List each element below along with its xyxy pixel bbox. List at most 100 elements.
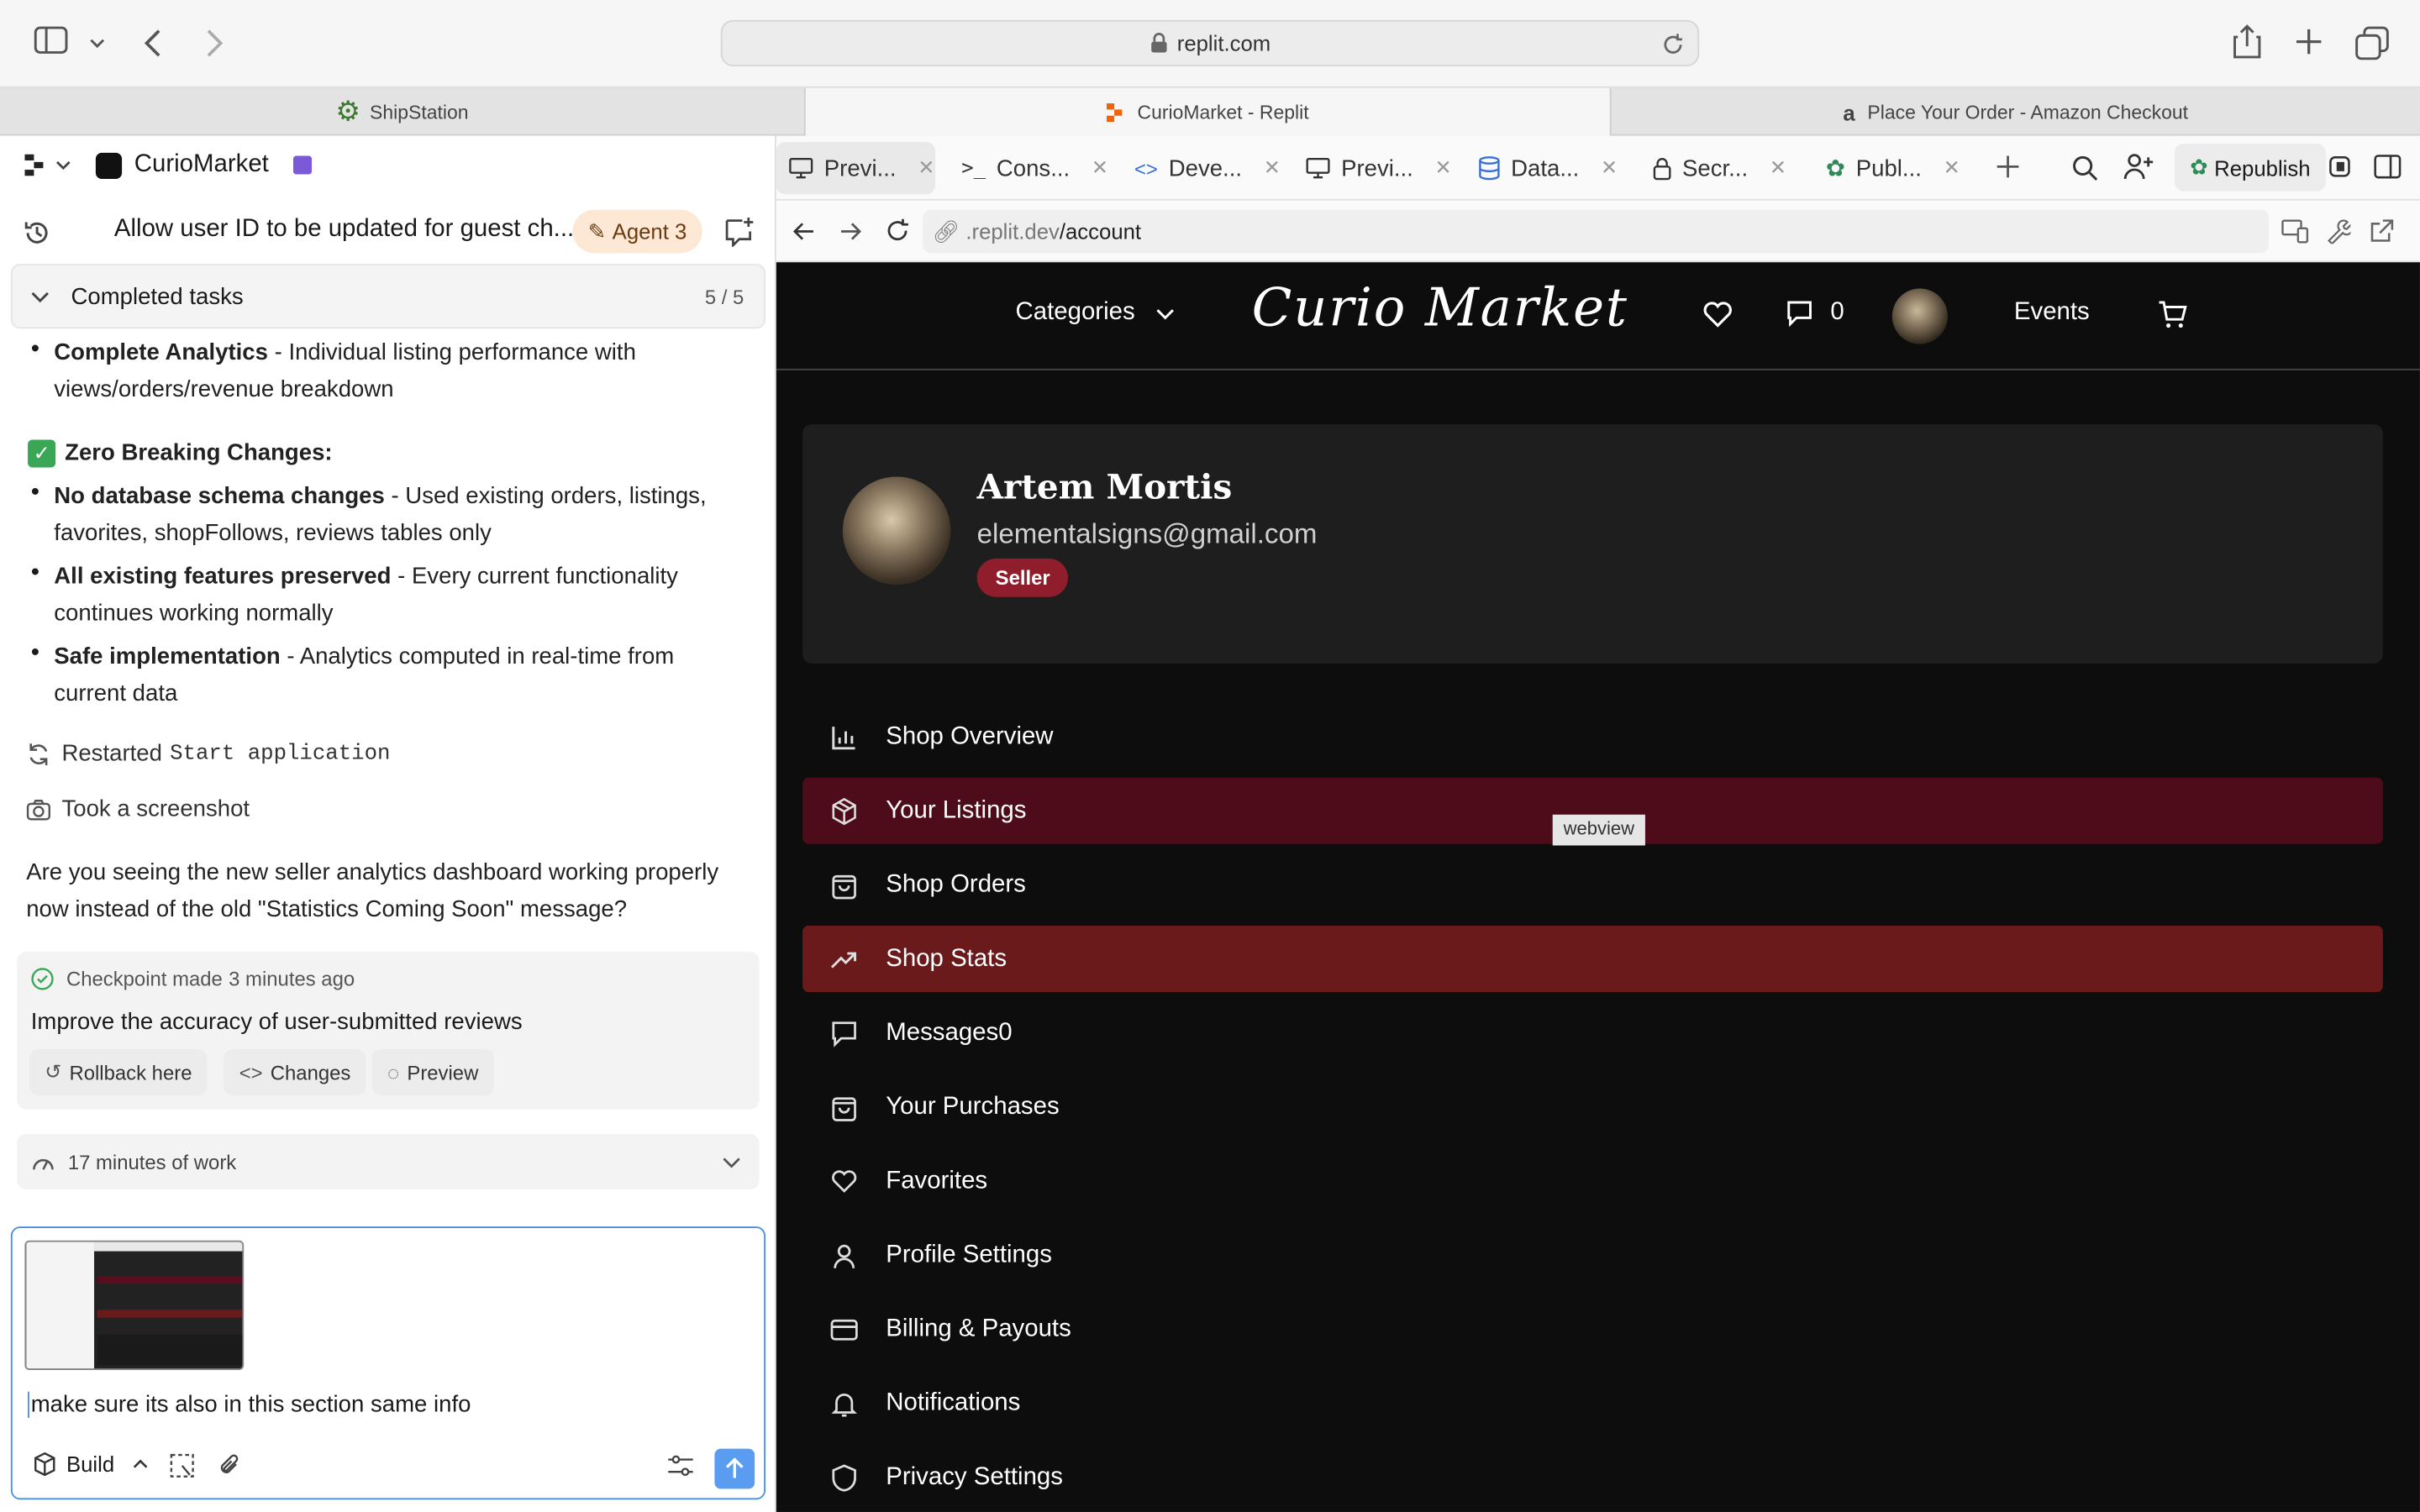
theme-toggle-icon[interactable] — [2329, 156, 2351, 186]
profile-name: Artem Mortis — [976, 467, 1233, 508]
agent-chat-panel: CurioMarket Allow user ID to be updated … — [0, 135, 776, 1512]
new-chat-icon[interactable] — [723, 216, 755, 255]
menu-label: Privacy Settings — [886, 1463, 1063, 1490]
select-region-icon[interactable] — [170, 1453, 194, 1486]
heart-icon — [832, 1169, 857, 1192]
project-title[interactable]: CurioMarket — [95, 151, 313, 179]
menu-profile-settings[interactable]: Profile Settings — [802, 1222, 2383, 1289]
message-icon — [1787, 301, 1812, 328]
thumbnail-row — [97, 1310, 243, 1318]
screenshot-action[interactable]: Took a screenshot — [26, 796, 250, 822]
paperclip-icon[interactable] — [218, 1453, 242, 1486]
preview-address-field[interactable]: 🔗︎ .replit.dev /account — [923, 209, 2269, 254]
categories-dropdown[interactable]: Categories — [1016, 299, 1176, 327]
rollback-button[interactable]: ↺ Rollback here — [29, 1048, 208, 1096]
menu-favorites[interactable]: Favorites — [802, 1148, 2383, 1215]
tab-devtools[interactable]: <> Deve... ✕ — [1134, 136, 1281, 201]
address-bar[interactable]: replit.com — [720, 19, 1700, 66]
chat-input-box[interactable]: make sure its also in this section same … — [10, 1226, 766, 1500]
tab-console[interactable]: >_ Cons... ✕ — [961, 136, 1108, 201]
search-icon[interactable] — [2071, 155, 2099, 190]
completed-tasks-toggle[interactable]: Completed tasks 5 / 5 — [10, 264, 766, 329]
device-icon[interactable] — [2281, 219, 2309, 252]
heart-icon[interactable] — [1702, 301, 1733, 336]
menu-shop-orders[interactable]: Shop Orders — [802, 852, 2383, 918]
close-icon[interactable]: ✕ — [1092, 156, 1108, 181]
open-external-icon[interactable] — [2369, 219, 2394, 252]
republish-button[interactable]: ✿ Republish — [2174, 143, 2326, 192]
bullet: • — [30, 559, 40, 586]
preview-forward-icon[interactable] — [838, 219, 862, 252]
close-icon[interactable]: ✕ — [1264, 156, 1281, 181]
sidebar-toggle-icon[interactable] — [34, 26, 68, 61]
tab-overview-icon[interactable] — [2355, 26, 2389, 68]
close-icon[interactable]: ✕ — [1770, 156, 1786, 181]
gear-icon: ⚙ — [335, 95, 361, 127]
forward-icon[interactable] — [203, 28, 225, 66]
history-icon[interactable] — [22, 218, 53, 256]
settings-sliders-icon[interactable] — [666, 1455, 694, 1484]
tab-database[interactable]: Data... ✕ — [1479, 136, 1618, 201]
lock-icon — [1150, 33, 1166, 53]
check-circle-icon — [31, 968, 54, 990]
bar-chart-icon — [832, 726, 855, 749]
messages-count: 0 — [1830, 299, 1844, 326]
build-mode-selector[interactable]: Build — [33, 1452, 149, 1477]
publish-icon: ✿ — [2190, 154, 2208, 180]
close-icon[interactable]: ✕ — [918, 156, 934, 181]
invite-user-icon[interactable] — [2123, 153, 2154, 188]
work-summary-toggle[interactable]: 17 minutes of work — [17, 1133, 760, 1190]
messages-link[interactable]: 0 — [1786, 299, 1844, 328]
wrench-icon[interactable] — [2326, 219, 2354, 252]
new-tab-icon[interactable] — [2295, 28, 2323, 63]
menu-messages[interactable]: Messages0 — [802, 1000, 2383, 1066]
site-logo[interactable]: Curio Market — [1252, 278, 1628, 339]
agent-badge[interactable]: ✎ Agent 3 — [572, 209, 702, 254]
restarted-action[interactable]: Restarted Start application — [26, 741, 390, 767]
tab-preview[interactable]: Previ... ✕ — [789, 136, 934, 201]
menu-label: Notifications — [886, 1389, 1021, 1416]
menu-your-purchases[interactable]: Your Purchases — [802, 1074, 2383, 1140]
completed-tasks-label: Completed tasks — [71, 283, 244, 310]
rollback-icon: ↺ — [45, 1059, 62, 1084]
menu-privacy-settings[interactable]: Privacy Settings — [802, 1444, 2383, 1510]
cart-icon[interactable] — [2158, 299, 2189, 338]
menu-shop-stats[interactable]: Shop Stats — [802, 926, 2383, 992]
close-icon[interactable]: ✕ — [1944, 156, 1960, 181]
url-host: .replit.dev — [965, 218, 1060, 244]
menu-billing-payouts[interactable]: Billing & Payouts — [802, 1296, 2383, 1362]
browser-tab-amazon[interactable]: a Place Your Order - Amazon Checkout — [1612, 88, 2420, 136]
reload-icon[interactable] — [1660, 33, 1685, 57]
chevron-down-icon — [31, 291, 49, 303]
browser-tab-shipstation[interactable]: ⚙ ShipStation — [0, 87, 806, 136]
tab-secrets[interactable]: Secr... ✕ — [1653, 136, 1786, 201]
chevron-down-icon[interactable] — [90, 31, 105, 59]
rollback-label: Rollback here — [69, 1060, 192, 1084]
checkpoint-description: Improve the accuracy of user-submitted r… — [30, 1009, 523, 1036]
send-button[interactable] — [714, 1448, 755, 1489]
attached-screenshot-thumbnail[interactable] — [24, 1240, 245, 1370]
share-icon[interactable] — [2232, 24, 2263, 68]
tab-preview-2[interactable]: Previ... ✕ — [1306, 136, 1452, 201]
credit-card-icon — [830, 1318, 858, 1340]
preview-back-icon[interactable] — [792, 219, 816, 252]
events-link[interactable]: Events — [2014, 299, 2090, 327]
add-tab-icon[interactable] — [1996, 155, 2020, 187]
browser-tab-replit[interactable]: CurioMarket - Replit — [805, 87, 1612, 136]
back-icon[interactable] — [142, 28, 164, 66]
tab-publishing[interactable]: ✿ Publ... ✕ — [1826, 136, 1960, 201]
avatar[interactable] — [1891, 288, 1948, 344]
close-icon[interactable]: ✕ — [1601, 156, 1618, 181]
menu-label: Profile Settings — [886, 1241, 1052, 1268]
changes-button[interactable]: <> Changes — [224, 1048, 366, 1096]
menu-shop-overview[interactable]: Shop Overview — [802, 704, 2383, 770]
project-menu[interactable] — [24, 154, 71, 176]
menu-notifications[interactable]: Notifications — [802, 1370, 2383, 1436]
close-icon[interactable]: ✕ — [1435, 156, 1452, 181]
preview-button[interactable]: ◌ Preview — [371, 1048, 494, 1096]
bell-icon — [831, 1393, 857, 1416]
panel-toggle-icon[interactable] — [2374, 155, 2402, 187]
message-icon — [832, 1021, 856, 1047]
preview-reload-icon[interactable] — [884, 218, 910, 251]
chat-input-text[interactable]: make sure its also in this section same … — [28, 1391, 471, 1418]
